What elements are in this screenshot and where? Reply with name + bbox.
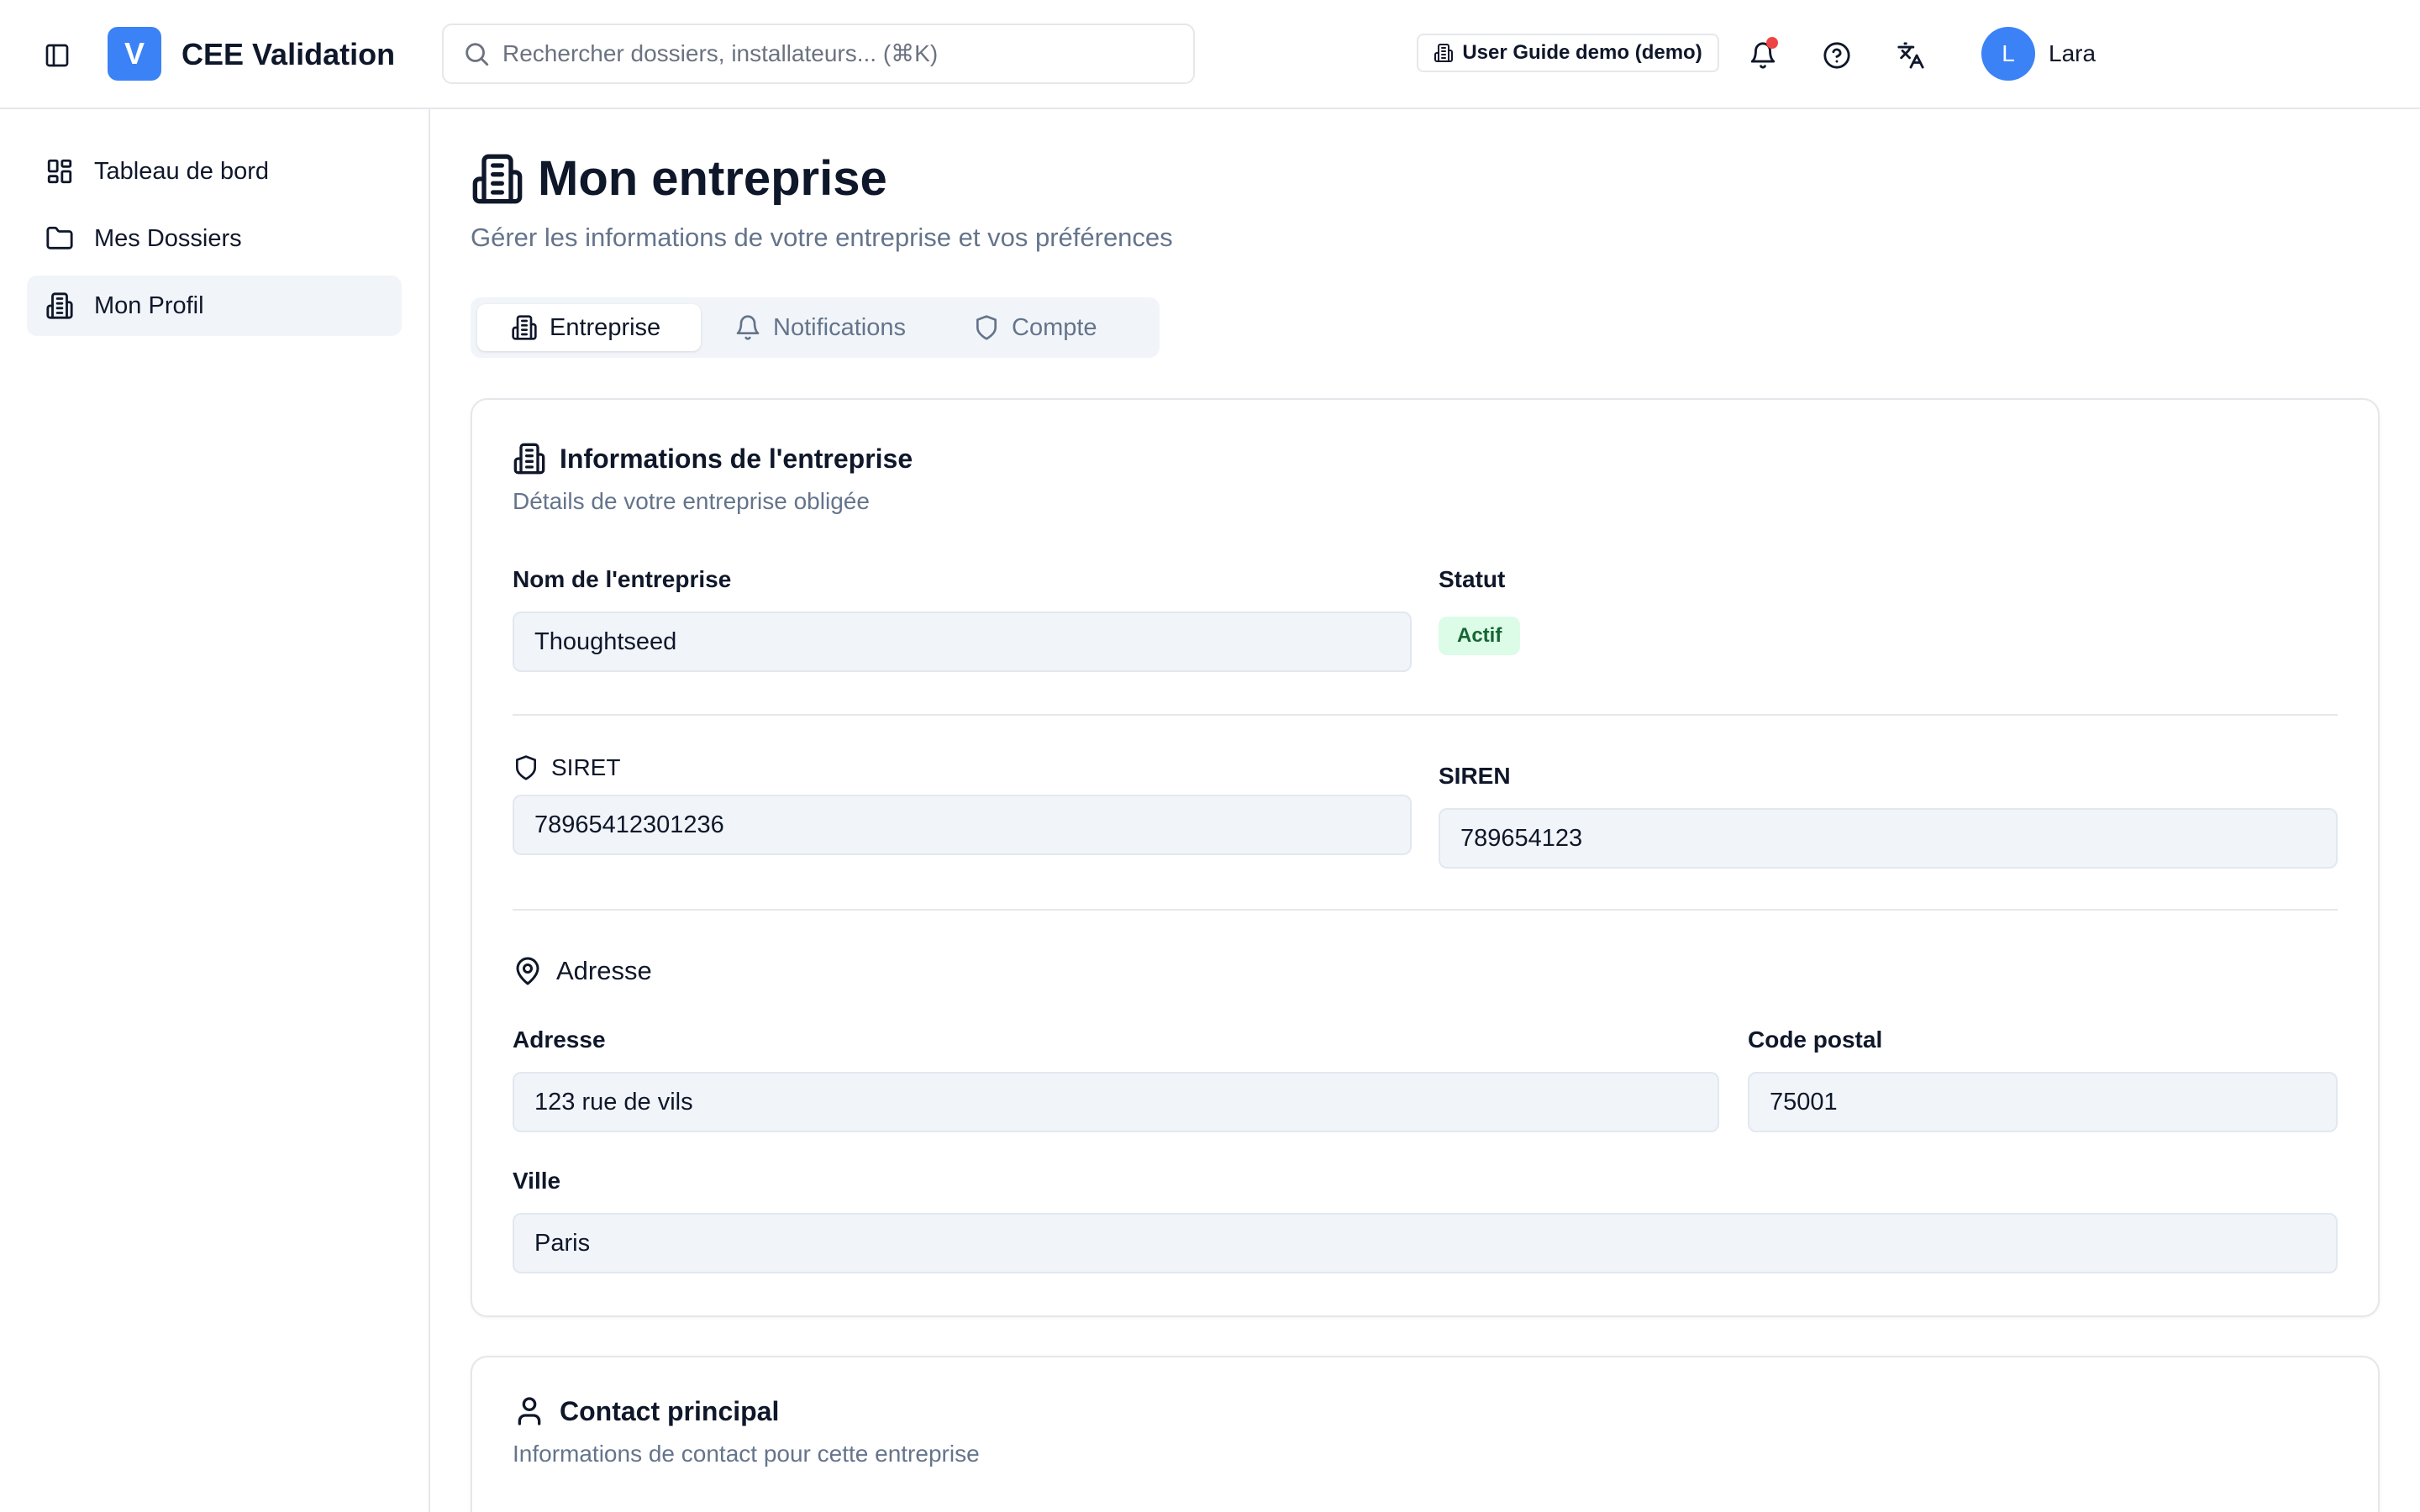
postal-code-field[interactable] — [1748, 1072, 2338, 1132]
address-section-title: Adresse — [513, 953, 652, 990]
status-label: Statut — [1439, 566, 1506, 592]
tab-notifications[interactable]: Notifications — [701, 304, 939, 351]
translate-icon — [1897, 42, 1924, 69]
company-name-field[interactable] — [513, 612, 1412, 672]
folder-icon — [46, 226, 73, 249]
building-icon — [472, 154, 523, 204]
tab-label: Compte — [1012, 313, 1097, 341]
search-bar[interactable] — [442, 24, 1195, 84]
search-icon — [466, 43, 489, 66]
app-logo[interactable]: V — [108, 27, 161, 81]
map-pin-icon — [516, 957, 539, 985]
sidebar-toggle-button[interactable] — [40, 39, 74, 72]
tab-label: Notifications — [773, 313, 906, 341]
building-icon — [513, 443, 545, 475]
shield-icon — [516, 755, 536, 780]
divider — [513, 909, 2338, 911]
top-header: V CEE Validation User Guide demo (demo) … — [0, 0, 2420, 109]
building-icon — [46, 292, 73, 319]
sidebar-item-profile[interactable]: Mon Profil — [27, 276, 402, 336]
language-button[interactable] — [1889, 34, 1933, 77]
siren-label: SIREN — [1439, 763, 1511, 789]
address-field[interactable] — [513, 1072, 1719, 1132]
user-guide-label: User Guide demo (demo) — [1462, 41, 1702, 64]
siret-field[interactable] — [513, 795, 1412, 855]
bell-icon — [736, 315, 760, 340]
sidebar-item-dashboard[interactable]: Tableau de bord — [27, 141, 402, 202]
sidebar-item-label: Mes Dossiers — [94, 224, 242, 252]
help-icon — [1823, 42, 1850, 69]
app-title: CEE Validation — [182, 37, 396, 71]
building-icon — [1434, 44, 1454, 62]
sidebar-toggle-icon — [45, 44, 69, 67]
company-info-card: Informations de l'entreprise Détails de … — [471, 398, 2380, 1317]
sidebar-item-dossiers[interactable]: Mes Dossiers — [27, 208, 402, 269]
address-section-text: Adresse — [556, 956, 652, 985]
notification-dot — [1766, 37, 1778, 49]
card-description: Détails de votre entreprise obligée — [513, 488, 870, 514]
status-badge: Actif — [1439, 617, 1521, 655]
help-button[interactable] — [1815, 34, 1859, 77]
user-guide-button[interactable]: User Guide demo (demo) — [1417, 34, 1719, 72]
sidebar: Tableau de bord Mes Dossiers Mon Profil — [0, 109, 430, 1512]
user-icon — [518, 1397, 541, 1425]
search-input[interactable] — [502, 40, 1175, 67]
divider — [513, 714, 2338, 716]
tab-compte[interactable]: Compte — [939, 304, 1153, 351]
card-title-text: Contact principal — [560, 1396, 780, 1426]
card-title: Contact principal — [513, 1393, 779, 1430]
tab-list: Entreprise Notifications Compte — [471, 297, 1160, 358]
dashboard-icon — [47, 159, 72, 184]
avatar[interactable]: L — [1981, 27, 2035, 81]
card-title: Informations de l'entreprise — [513, 440, 913, 477]
card-title-text: Informations de l'entreprise — [560, 444, 913, 474]
sidebar-item-label: Tableau de bord — [94, 157, 269, 185]
card-description: Informations de contact pour cette entre… — [513, 1441, 980, 1467]
sidebar-item-label: Mon Profil — [94, 291, 204, 319]
page-title: Mon entreprise — [538, 151, 887, 206]
tab-label: Entreprise — [550, 313, 661, 341]
page-header: Mon entreprise — [471, 150, 887, 208]
postal-code-label: Code postal — [1748, 1026, 1883, 1053]
shield-icon — [976, 315, 997, 340]
building-icon — [512, 315, 537, 340]
city-label: Ville — [513, 1168, 561, 1194]
page-subtitle: Gérer les informations de votre entrepri… — [471, 223, 1173, 252]
notifications-button[interactable] — [1741, 34, 1785, 77]
city-field[interactable] — [513, 1213, 2338, 1273]
tab-entreprise[interactable]: Entreprise — [477, 304, 701, 351]
siret-label-text: SIRET — [551, 754, 621, 780]
siren-field[interactable] — [1439, 808, 2338, 869]
contact-card: Contact principal Informations de contac… — [471, 1356, 2380, 1512]
address-label: Adresse — [513, 1026, 606, 1053]
siret-label: SIRET — [513, 751, 620, 785]
company-name-label: Nom de l'entreprise — [513, 566, 732, 592]
user-name[interactable]: Lara — [2049, 37, 2096, 71]
